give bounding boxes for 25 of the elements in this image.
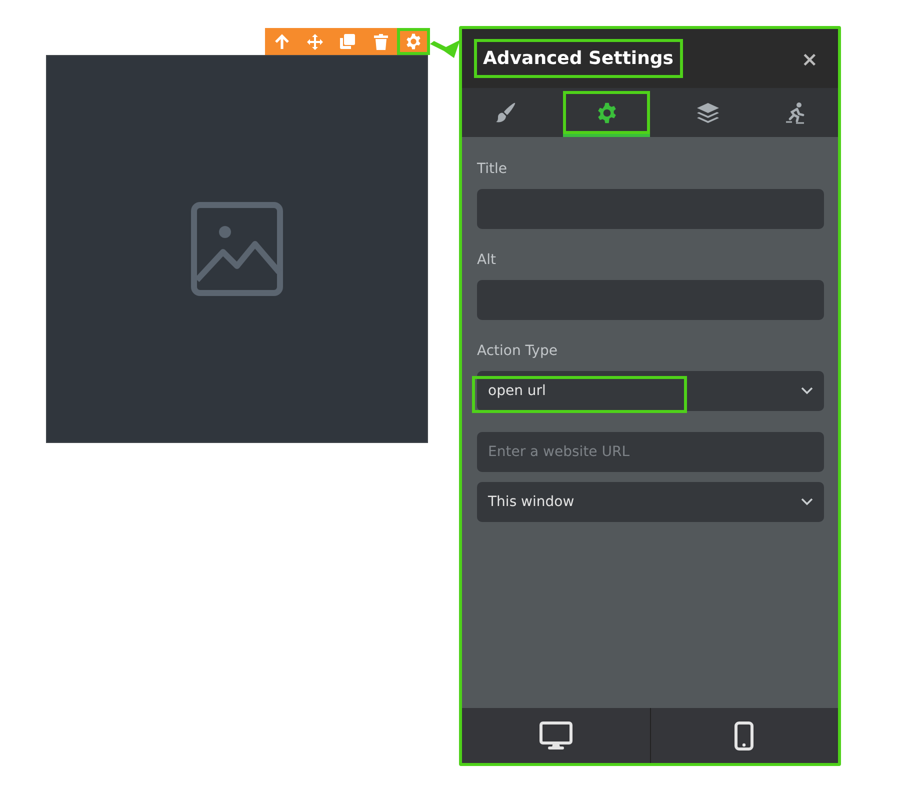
- trash-icon: [374, 34, 388, 50]
- chevron-icon: [801, 498, 813, 506]
- settings-icon: [596, 102, 618, 124]
- panel-title: Advanced Settings: [474, 39, 683, 78]
- chevron-icon: [801, 387, 813, 395]
- move-icon: [306, 32, 324, 50]
- skater-icon: [784, 102, 806, 124]
- arrow-up-icon: [274, 34, 290, 50]
- image-icon: [191, 202, 283, 296]
- close-button[interactable]: ×: [795, 42, 824, 74]
- text-field[interactable]: Enter a website URL: [477, 432, 824, 472]
- field-label: Title: [477, 160, 508, 179]
- select-field[interactable]: This window: [477, 482, 824, 522]
- field-label: Alt: [477, 251, 497, 270]
- settings-button[interactable]: [397, 28, 430, 55]
- field-label: Action Type: [477, 342, 558, 361]
- monitor-icon: [538, 720, 573, 750]
- phone-icon: [734, 720, 754, 750]
- panel-tab[interactable]: [563, 91, 650, 137]
- duplicate-icon: [339, 33, 356, 50]
- layers-icon: [696, 102, 720, 124]
- text-field[interactable]: [477, 280, 824, 320]
- text-field[interactable]: [477, 189, 824, 229]
- settings-icon: [405, 33, 422, 50]
- brush-icon: [494, 102, 516, 124]
